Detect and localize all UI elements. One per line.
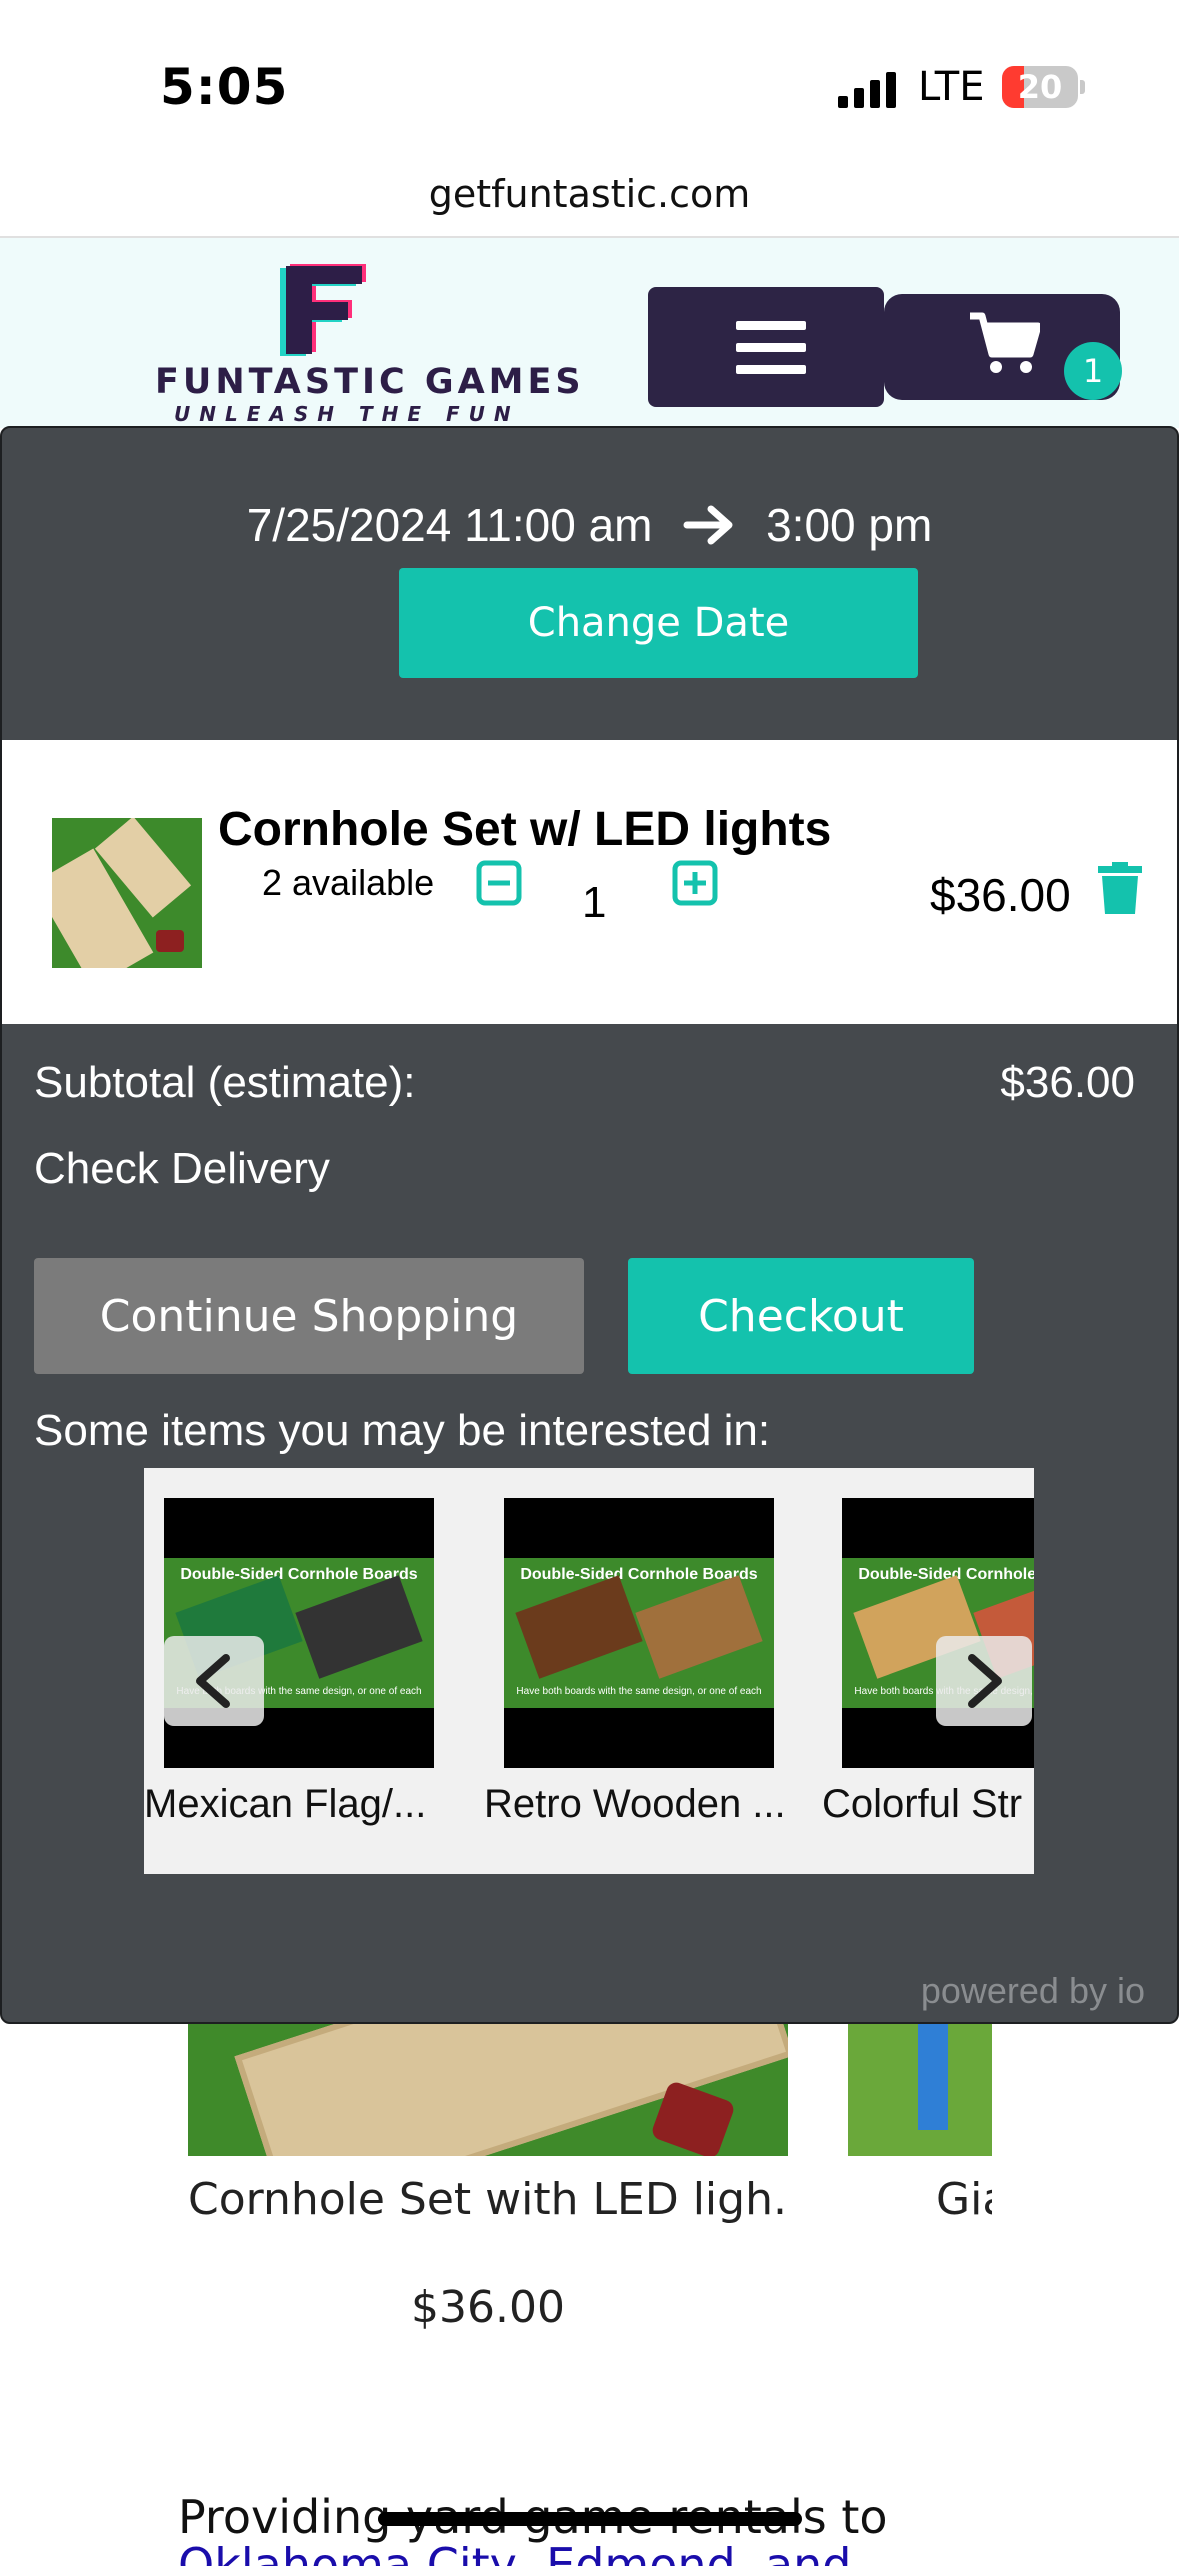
item-name: Cornhole Set w/ LED lights bbox=[218, 803, 832, 856]
service-area-link[interactable]: Oklahoma City, Edmond, and bbox=[178, 2546, 878, 2566]
trash-icon[interactable] bbox=[1098, 862, 1142, 914]
logo-tagline: UNLEASH THE FUN bbox=[174, 402, 520, 426]
recommendation-name[interactable]: Colorful Str bbox=[822, 1782, 1022, 1827]
cart-count-badge[interactable]: 1 bbox=[1064, 342, 1122, 400]
continue-shopping-button[interactable]: Continue Shopping bbox=[34, 1258, 584, 1374]
suggestions-heading: Some items you may be interested in: bbox=[34, 1406, 771, 1455]
item-thumbnail bbox=[52, 818, 202, 968]
product-name[interactable]: Gia bbox=[936, 2174, 992, 2225]
powered-by-text[interactable]: powered by io bbox=[921, 1970, 1145, 2012]
service-area-link-text[interactable]: Oklahoma City, Edmond, and bbox=[178, 2546, 878, 2566]
minus-square-icon[interactable] bbox=[476, 860, 522, 906]
carousel-prev-button[interactable] bbox=[164, 1636, 264, 1726]
recommendation-image[interactable]: Double-Sided Cornhole Boards Have both b… bbox=[842, 1498, 1034, 1768]
date-end: 3:00 pm bbox=[766, 499, 933, 551]
recommendation-name[interactable]: Mexican Flag/... bbox=[144, 1782, 454, 1827]
battery-nub bbox=[1080, 80, 1085, 94]
hamburger-line bbox=[736, 343, 806, 352]
recommendations-carousel[interactable]: Double-Sided Cornhole Boards Have both b… bbox=[144, 1468, 1034, 1874]
hamburger-line bbox=[736, 365, 806, 374]
hamburger-icon bbox=[736, 321, 806, 330]
cellular-signal-icon bbox=[838, 72, 896, 108]
network-type: LTE bbox=[918, 64, 985, 110]
plus-square-icon[interactable] bbox=[672, 860, 718, 906]
recommendation-name[interactable]: Retro Wooden ... bbox=[484, 1782, 794, 1827]
cart-line-item: Cornhole Set w/ LED lights 2 available 1… bbox=[2, 740, 1177, 1024]
product-price: $36.00 bbox=[411, 2282, 565, 2333]
recommendation-card[interactable]: Double-Sided Cornhole Boards Have both b… bbox=[484, 1498, 786, 1827]
item-price: $36.00 bbox=[930, 869, 1071, 921]
product-name[interactable]: Cornhole Set with LED ligh... bbox=[188, 2174, 788, 2225]
subtotal-value: $36.00 bbox=[1000, 1058, 1135, 1107]
image-subcaption: Have both boards with the same design, o… bbox=[516, 1686, 762, 1697]
battery-level: 20 bbox=[1017, 68, 1063, 106]
battery-icon: 20 bbox=[1002, 66, 1078, 108]
quantity-value[interactable]: 1 bbox=[582, 878, 606, 928]
check-delivery-link[interactable]: Check Delivery bbox=[34, 1144, 330, 1194]
cart-modal: 7/25/2024 11:00 am 3:00 pm Change Date C… bbox=[0, 426, 1179, 2024]
logo-name[interactable]: FUNTASTIC GAMES bbox=[155, 362, 585, 402]
menu-button[interactable] bbox=[648, 287, 884, 407]
item-availability: 2 available bbox=[262, 862, 435, 903]
carousel-next-button[interactable] bbox=[936, 1636, 1032, 1726]
home-indicator[interactable] bbox=[378, 2512, 802, 2526]
checkout-button[interactable]: Checkout bbox=[628, 1258, 974, 1374]
chevron-right-icon bbox=[968, 1654, 1002, 1708]
recommendation-image[interactable]: Double-Sided Cornhole Boards Have both b… bbox=[504, 1498, 774, 1768]
recommendation-image[interactable]: Double-Sided Cornhole Boards Have both b… bbox=[164, 1498, 434, 1768]
subtotal-label: Subtotal (estimate): bbox=[34, 1058, 416, 1107]
product-image[interactable] bbox=[848, 2010, 992, 2156]
rental-date-range: 7/25/2024 11:00 am 3:00 pm bbox=[2, 498, 1177, 552]
status-time: 5:05 bbox=[160, 58, 289, 116]
shopping-cart-icon[interactable] bbox=[968, 310, 1040, 376]
chevron-left-icon bbox=[196, 1654, 230, 1708]
logo-f-icon[interactable] bbox=[276, 260, 366, 356]
change-date-button[interactable]: Change Date bbox=[399, 568, 918, 678]
url-bar[interactable]: getfuntastic.com bbox=[0, 172, 1179, 216]
date-start: 7/25/2024 11:00 am bbox=[246, 499, 653, 551]
product-image[interactable] bbox=[188, 2010, 788, 2156]
arrow-right-icon bbox=[683, 505, 733, 545]
